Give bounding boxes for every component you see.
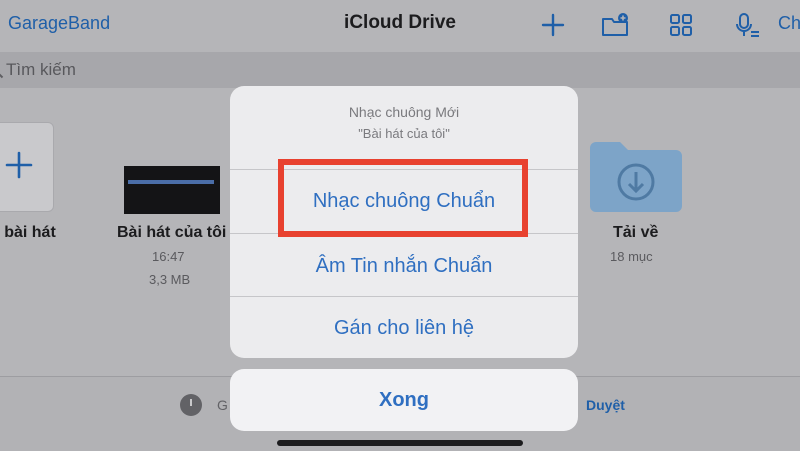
done-button[interactable]: Xong	[230, 369, 578, 431]
nav-extra-button[interactable]: Ch	[778, 13, 800, 34]
song-name: Bài hát của tôi	[117, 224, 227, 241]
clock-icon[interactable]	[180, 394, 202, 416]
assign-to-contact-button[interactable]: Gán cho liên hệ	[230, 317, 578, 340]
create-song-label: o bài hát	[0, 224, 56, 241]
tab-browse[interactable]: Duyệt	[586, 397, 625, 413]
tab-recent[interactable]: G	[217, 397, 228, 413]
song-thumbnail[interactable]	[124, 166, 220, 214]
search-bar[interactable]: Tìm kiếm	[0, 52, 800, 88]
sheet-title: Nhạc chuông Mới	[348, 104, 460, 120]
home-indicator	[277, 440, 523, 446]
plus-icon[interactable]	[538, 10, 568, 40]
divider	[230, 296, 578, 297]
done-label: Xong	[379, 389, 429, 411]
folder-add-icon[interactable]	[600, 10, 630, 40]
mic-icon[interactable]	[732, 10, 762, 40]
downloads-folder-icon[interactable]	[588, 140, 684, 214]
search-icon	[0, 61, 4, 79]
grid-icon[interactable]	[666, 10, 696, 40]
navigation-bar: GarageBand iCloud Drive Ch	[0, 0, 800, 50]
folder-name: Tải về	[613, 224, 659, 241]
highlight-box	[278, 159, 528, 237]
song-size: 3,3 MB	[149, 272, 191, 287]
search-input[interactable]: Tìm kiếm	[6, 60, 76, 80]
plus-icon	[4, 150, 34, 180]
folder-item-count: 18 mục	[610, 249, 653, 264]
sheet-subtitle: "Bài hát của tôi"	[358, 126, 450, 141]
standard-text-tone-button[interactable]: Âm Tin nhắn Chuẩn	[230, 255, 578, 278]
song-time: 16:47	[152, 249, 185, 264]
